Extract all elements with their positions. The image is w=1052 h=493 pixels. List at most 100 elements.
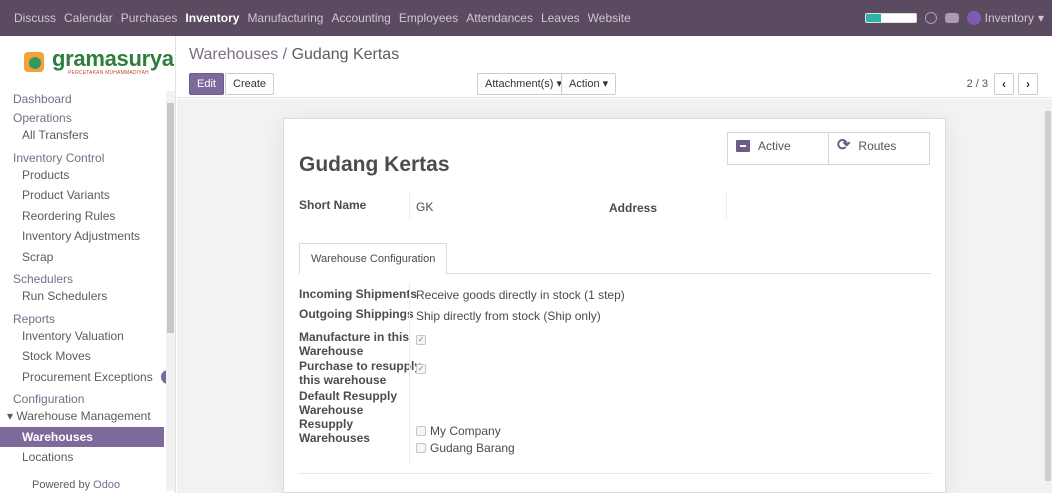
sidebar-item-reordering-rules[interactable]: Reordering Rules	[0, 206, 166, 227]
powered-by: Powered by Odoo	[32, 479, 121, 491]
sidebar-menu: Dashboard Operations All Transfers Inventor…	[0, 91, 175, 468]
resupply-option-my-company[interactable]: My Company	[416, 424, 501, 438]
outgoing-shippings-label: Outgoing Shippings	[299, 307, 414, 321]
app-menu: Discuss Calendar Purchases Inventory Man…	[14, 11, 631, 25]
menu-calendar[interactable]: Calendar	[64, 11, 113, 25]
incoming-shipments-field[interactable]: Receive goods directly in stock (1 step)	[416, 288, 625, 302]
attachments-dropdown[interactable]: Attachment(s) ▾	[477, 73, 571, 95]
sidebar-item-locations[interactable]: Locations	[0, 447, 166, 468]
pager: 2 / 3 ‹ ›	[967, 73, 1038, 95]
sidebar-section-operations[interactable]: Operations	[0, 110, 166, 125]
sidebar-item-inventory-adjustments[interactable]: Inventory Adjustments	[0, 226, 166, 247]
sidebar-item-products[interactable]: Products	[0, 165, 166, 186]
sidebar-item-warehouses[interactable]: Warehouses	[0, 426, 164, 447]
sidebar-item-product-variants[interactable]: Product Variants	[0, 185, 166, 206]
sidebar-item-label: Product Variants	[22, 188, 110, 203]
odoo-link[interactable]: Odoo	[93, 479, 120, 491]
menu-employees[interactable]: Employees	[399, 11, 458, 25]
sidebar-section-schedulers[interactable]: Schedulers	[0, 271, 166, 286]
sidebar-item-procurement-exceptions[interactable]: Procurement Exceptions3	[0, 367, 175, 388]
user-menu[interactable]: Inventory ▾	[966, 11, 1044, 25]
edit-button[interactable]: Edit	[189, 73, 224, 95]
sidebar-item-label: Inventory Valuation	[22, 328, 124, 343]
resupply-warehouses-label: Resupply Warehouses	[299, 417, 370, 445]
logo-name: gramasurya	[52, 46, 174, 71]
incoming-shipments-label: Incoming Shipments	[299, 287, 418, 301]
resupply-option-gudang-barang[interactable]: Gudang Barang	[416, 441, 515, 455]
sidebar-item-run-schedulers[interactable]: Run Schedulers	[0, 286, 166, 307]
smart-buttons: Active ⟳ Routes	[727, 132, 930, 165]
pager-next-button[interactable]: ›	[1018, 73, 1038, 95]
user-menu-label: Inventory	[984, 11, 1034, 25]
routes-button[interactable]: ⟳ Routes	[828, 133, 929, 164]
default-resupply-label: Default Resupply Warehouse	[299, 389, 398, 417]
form-view: Active ⟳ Routes Gudang Kertas Short Name…	[177, 99, 1044, 493]
short-name-label: Short Name	[299, 198, 367, 212]
menu-website[interactable]: Website	[588, 11, 631, 25]
sidebar-item-label: Inventory Adjustments	[22, 229, 141, 244]
purchase-resupply-label: Purchase to resupply this warehouse	[299, 359, 422, 387]
sidebar-item-warehouse-management[interactable]: ▾ Warehouse Management	[0, 406, 166, 427]
outgoing-shippings-field[interactable]: Ship directly from stock (Ship only)	[416, 309, 601, 323]
record-title: Gudang Kertas	[299, 153, 450, 176]
sidebar-item-label: Run Schedulers	[22, 289, 108, 304]
top-navbar: Discuss Calendar Purchases Inventory Man…	[0, 0, 1052, 36]
company-logo[interactable]: gramasurya PERCETAKAN MUHAMMADIYAH	[0, 36, 175, 88]
menu-discuss[interactable]: Discuss	[14, 11, 56, 25]
manufacture-checkbox[interactable]: ✓	[416, 335, 426, 345]
pager-value[interactable]: 2 / 3	[967, 78, 988, 90]
progress-fill	[865, 14, 881, 22]
sidebar-item-label: ▾ Warehouse Management	[7, 409, 151, 424]
menu-attendances[interactable]: Attendances	[466, 11, 533, 25]
sidebar-item-all-transfers[interactable]: All Transfers	[0, 125, 166, 146]
menu-purchases[interactable]: Purchases	[121, 11, 178, 25]
manufacture-label: Manufacture in this Warehouse	[299, 330, 410, 358]
menu-leaves[interactable]: Leaves	[541, 11, 580, 25]
tab-warehouse-configuration[interactable]: Warehouse Configuration	[299, 243, 448, 275]
chevron-down-icon: ▾	[1037, 11, 1044, 25]
chat-icon[interactable]	[944, 13, 959, 23]
menu-accounting[interactable]: Accounting	[331, 11, 390, 25]
sidebar-item-label: Stock Moves	[22, 349, 91, 364]
progress-bar	[864, 13, 917, 23]
active-label: Active	[758, 139, 791, 153]
menu-inventory[interactable]: Inventory	[185, 11, 239, 25]
checkbox[interactable]	[416, 443, 426, 453]
sidebar-scrollbar[interactable]	[166, 91, 175, 491]
checkbox[interactable]	[416, 426, 426, 436]
address-label: Address	[609, 201, 658, 215]
sidebar-item-inventory-valuation[interactable]: Inventory Valuation	[0, 326, 166, 347]
short-name-field[interactable]: GK	[416, 200, 433, 214]
sidebar-section-dashboard[interactable]: Dashboard	[0, 91, 166, 106]
sidebar-item-stock-moves[interactable]: Stock Moves	[0, 346, 166, 367]
sidebar-item-label: Scrap	[22, 249, 54, 264]
sidebar-section-inventory-control[interactable]: Inventory Control	[0, 150, 166, 165]
routes-label: Routes	[858, 139, 897, 153]
menu-manufacturing[interactable]: Manufacturing	[247, 11, 323, 25]
breadcrumb-current: Gudang Kertas	[291, 46, 400, 63]
refresh-icon: ⟳	[837, 137, 851, 154]
breadcrumb: Warehouses / Gudang Kertas	[189, 46, 400, 63]
sidebar-item-label: Products	[22, 167, 70, 182]
logo-subtitle: PERCETAKAN MUHAMMADIYAH	[68, 70, 149, 76]
breadcrumb-warehouses[interactable]: Warehouses	[189, 46, 278, 63]
logo-mark-icon	[22, 49, 48, 75]
active-toggle-button[interactable]: Active	[728, 133, 828, 164]
create-button[interactable]: Create	[225, 73, 275, 95]
activity-icon[interactable]	[924, 12, 937, 24]
control-panel: Warehouses / Gudang Kertas Edit Create A…	[177, 36, 1052, 98]
main-scrollbar[interactable]	[1044, 99, 1052, 493]
sidebar-item-label: Reordering Rules	[22, 208, 116, 223]
avatar	[966, 11, 981, 25]
sidebar-item-label: Procurement Exceptions	[22, 369, 153, 384]
action-dropdown[interactable]: Action ▾	[561, 73, 617, 95]
sidebar-item-label: All Transfers	[22, 128, 89, 143]
purchase-resupply-checkbox[interactable]: ✓	[416, 364, 426, 374]
sidebar-item-scrap[interactable]: Scrap	[0, 247, 166, 268]
notebook-tabs: Warehouse Configuration	[299, 243, 931, 275]
sidebar-section-reports[interactable]: Reports	[0, 311, 166, 326]
sidebar-section-configuration[interactable]: Configuration	[0, 391, 166, 406]
sidebar: gramasurya PERCETAKAN MUHAMMADIYAH Dashb…	[0, 36, 176, 493]
archive-icon	[736, 140, 750, 152]
pager-previous-button[interactable]: ‹	[994, 73, 1014, 95]
